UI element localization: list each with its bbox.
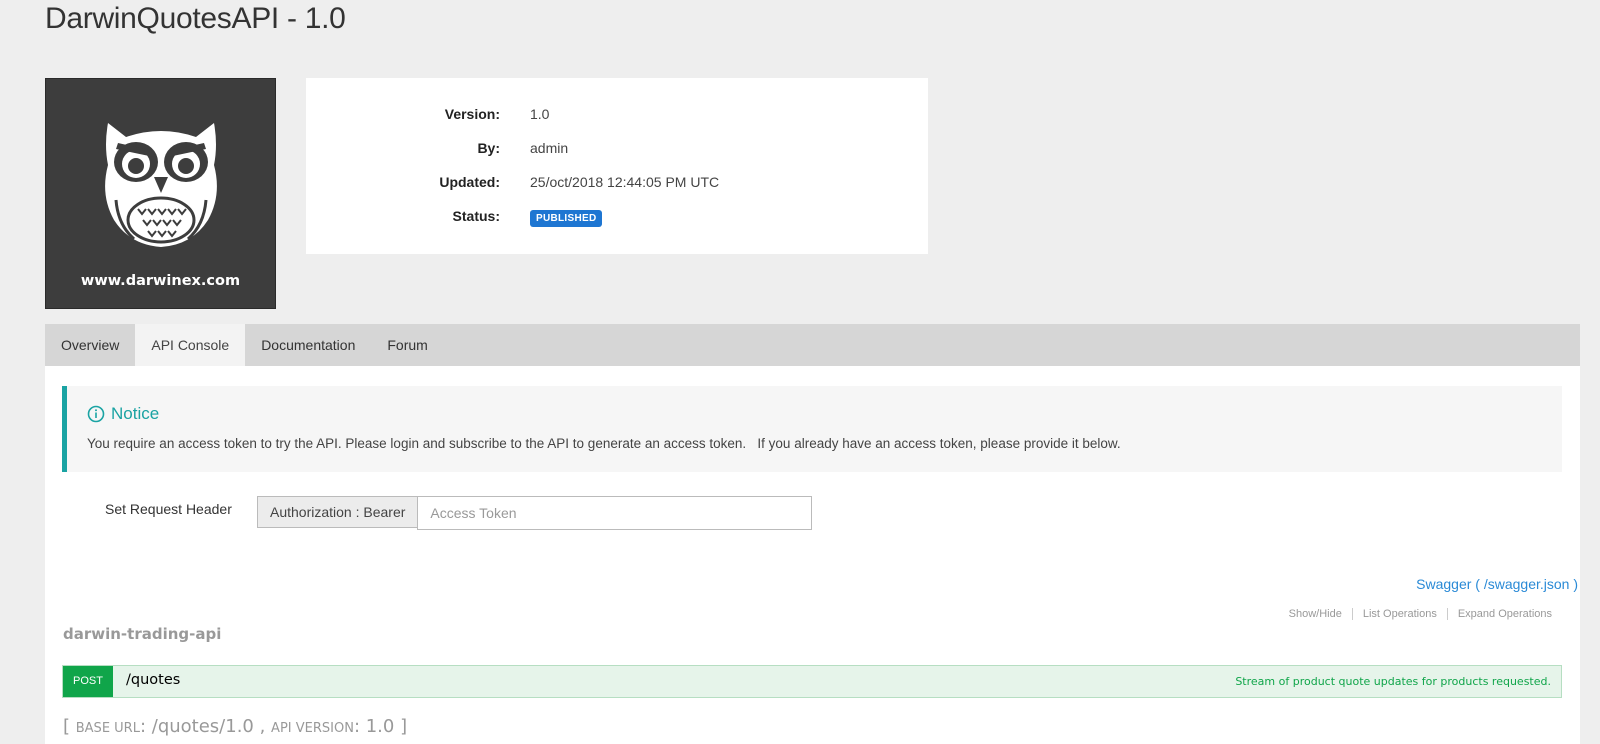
api-info-card: Version: 1.0 By: admin Updated: 25/oct/2… (306, 78, 928, 254)
api-name-heading[interactable]: darwin-trading-api (63, 625, 221, 643)
tab-api-console[interactable]: API Console (135, 324, 246, 366)
status-badge: PUBLISHED (530, 210, 603, 227)
tab-documentation[interactable]: Documentation (245, 324, 371, 366)
owl-logo-icon (105, 123, 217, 247)
info-circle-icon (87, 405, 105, 423)
endpoint-path[interactable]: /quotes (126, 672, 180, 688)
request-header-label: Set Request Header (105, 501, 232, 517)
auth-input-group: Authorization : Bearer (257, 496, 813, 530)
updated-label: Updated: (439, 174, 500, 190)
api-console-panel: Notice You require an access token to tr… (45, 366, 1580, 744)
http-method-badge[interactable]: POST (63, 666, 113, 697)
endpoint-description: Stream of product quote updates for prod… (1235, 675, 1551, 688)
swagger-json-link[interactable]: Swagger ( /swagger.json ) (1416, 576, 1578, 592)
access-token-input[interactable] (417, 496, 813, 530)
version-label: Version: (444, 106, 500, 122)
expand-operations-link[interactable]: Expand Operations (1448, 608, 1552, 620)
base-url-label: BASE URL (75, 721, 140, 736)
tab-overview[interactable]: Overview (45, 324, 135, 366)
notice-message: You require an access token to try the A… (87, 436, 1121, 451)
by-label: By: (477, 140, 500, 156)
api-tabs: Overview API Console Documentation Forum (45, 324, 1580, 366)
updated-value: 25/oct/2018 12:44:05 PM UTC (530, 174, 720, 190)
notice-title: Notice (111, 404, 160, 423)
endpoint-row[interactable]: POST /quotes Stream of product quote upd… (62, 665, 1562, 698)
show-hide-link[interactable]: Show/Hide (1279, 608, 1353, 620)
thumbnail-site-text: www.darwinex.com (80, 273, 241, 289)
notice-box: Notice You require an access token to tr… (62, 386, 1562, 472)
api-version-value: 1.0 (365, 716, 395, 737)
by-value: admin (530, 140, 569, 156)
page-title: DarwinQuotesAPI - 1.0 (45, 2, 346, 35)
api-thumbnail: www.darwinex.com (45, 78, 276, 309)
base-url-value: /quotes/1.0 (151, 716, 254, 737)
tab-forum[interactable]: Forum (371, 324, 443, 366)
notice-header: Notice (87, 404, 159, 424)
version-row: Version: 1.0 (306, 106, 928, 130)
by-row: By: admin (306, 140, 928, 164)
auth-bearer-addon: Authorization : Bearer (257, 496, 418, 528)
operations-links: Show/Hide List Operations Expand Operati… (1279, 608, 1552, 620)
updated-row: Updated: 25/oct/2018 12:44:05 PM UTC (306, 174, 928, 198)
base-url-line: [ BASE URL: /quotes/1.0 , API VERSION: 1… (63, 716, 408, 737)
status-row: Status: PUBLISHED (306, 208, 928, 232)
version-value: 1.0 (530, 106, 550, 122)
status-label: Status: (452, 208, 500, 224)
api-version-label: API VERSION (271, 721, 354, 736)
list-operations-link[interactable]: List Operations (1353, 608, 1448, 620)
